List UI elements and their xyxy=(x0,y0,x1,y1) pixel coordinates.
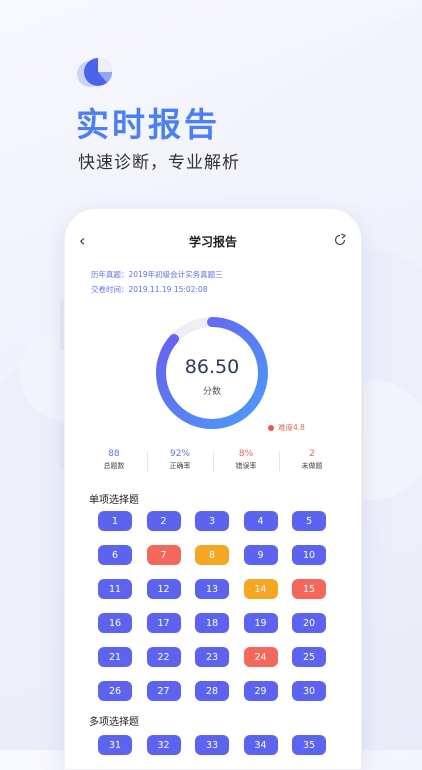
question-1-button[interactable]: 1 xyxy=(98,511,132,531)
difficulty-dot-icon xyxy=(268,425,274,431)
score-ring: 86.50 分数 xyxy=(153,314,271,432)
question-30-button[interactable]: 30 xyxy=(292,681,326,701)
question-20-button[interactable]: 20 xyxy=(292,613,326,633)
question-11-button[interactable]: 11 xyxy=(98,579,132,599)
question-19-button[interactable]: 19 xyxy=(243,613,278,633)
stat-total: 88 总题数 xyxy=(81,449,147,475)
difficulty-indicator: 难度4.8 xyxy=(268,422,305,433)
stat-label: 未做题 xyxy=(301,462,323,470)
question-31-button[interactable]: 31 xyxy=(98,735,132,755)
question-8-button[interactable]: 8 xyxy=(195,545,229,565)
question-32-button[interactable]: 32 xyxy=(146,735,181,755)
question-25-button[interactable]: 25 xyxy=(292,647,326,667)
question-grid-single-choice: 1 2 3 4 5 6 7 8 9 10 11 12 13 14 15 16 17 18 19 20 21 22 23 24 2… xyxy=(98,511,330,701)
score-value: 86.50 xyxy=(184,356,240,378)
question-29-button[interactable]: 29 xyxy=(243,681,278,701)
question-15-button[interactable]: 15 xyxy=(292,579,326,599)
stat-value: 2 xyxy=(309,449,315,459)
stat-undone: 2 未做题 xyxy=(279,449,345,475)
question-12-button[interactable]: 12 xyxy=(146,579,181,599)
question-33-button[interactable]: 33 xyxy=(195,735,229,755)
stat-value: 92% xyxy=(169,449,190,459)
pie-chart-icon xyxy=(77,58,112,87)
question-14-button[interactable]: 14 xyxy=(243,579,278,599)
hero-subtitle: 快速诊断，专业解析 xyxy=(78,153,240,173)
question-22-button[interactable]: 22 xyxy=(146,647,181,667)
question-4-button[interactable]: 4 xyxy=(243,511,278,531)
exam-name: 历年真题：2019年初级会计实务真题三 xyxy=(91,270,223,279)
question-34-button[interactable]: 34 xyxy=(243,735,278,755)
question-21-button[interactable]: 21 xyxy=(98,647,132,667)
question-18-button[interactable]: 18 xyxy=(195,613,229,633)
question-10-button[interactable]: 10 xyxy=(292,545,326,565)
phone-screen: ‹ 学习报告 历年真题：2019年初级会计实务真题三 交卷时间：2019.11.… xyxy=(64,208,362,770)
stat-value: 8% xyxy=(238,449,254,459)
difficulty-text: 难度4.8 xyxy=(278,423,305,432)
submit-time: 交卷时间：2019.11.19 15:02:08 xyxy=(91,285,208,294)
stat-correct-rate: 92% 正确率 xyxy=(147,449,213,475)
question-3-button[interactable]: 3 xyxy=(195,511,229,531)
stat-label: 正确率 xyxy=(169,462,191,470)
question-27-button[interactable]: 27 xyxy=(146,681,181,701)
question-2-button[interactable]: 2 xyxy=(146,511,181,531)
page-title: 学习报告 xyxy=(188,235,237,249)
question-26-button[interactable]: 26 xyxy=(98,681,132,701)
question-grid-multiple-choice: 31 32 33 34 35 xyxy=(98,735,330,755)
hero-title: 实时报告 xyxy=(76,105,220,144)
question-23-button[interactable]: 23 xyxy=(195,647,229,667)
question-13-button[interactable]: 13 xyxy=(195,579,229,599)
stat-wrong-rate: 8% 错误率 xyxy=(213,449,279,475)
score-label: 分数 xyxy=(202,387,221,397)
question-24-button[interactable]: 24 xyxy=(243,647,278,667)
question-7-button[interactable]: 7 xyxy=(146,545,181,565)
question-16-button[interactable]: 16 xyxy=(98,613,132,633)
question-5-button[interactable]: 5 xyxy=(292,511,326,531)
refresh-share-icon[interactable] xyxy=(333,233,347,247)
question-28-button[interactable]: 28 xyxy=(195,681,229,701)
nav-bar: ‹ 学习报告 xyxy=(65,231,361,255)
stat-label: 错误率 xyxy=(235,462,257,470)
stats-row: 88 总题数 92% 正确率 8% 错误率 2 未做题 xyxy=(81,449,345,475)
section-title-single-choice: 单项选择题 xyxy=(89,495,139,506)
stat-label: 总题数 xyxy=(103,462,125,470)
question-6-button[interactable]: 6 xyxy=(98,545,132,565)
section-title-multiple-choice: 多项选择题 xyxy=(89,717,139,728)
question-9-button[interactable]: 9 xyxy=(243,545,278,565)
question-17-button[interactable]: 17 xyxy=(146,613,181,633)
question-35-button[interactable]: 35 xyxy=(292,735,326,755)
stat-value: 88 xyxy=(108,449,120,459)
